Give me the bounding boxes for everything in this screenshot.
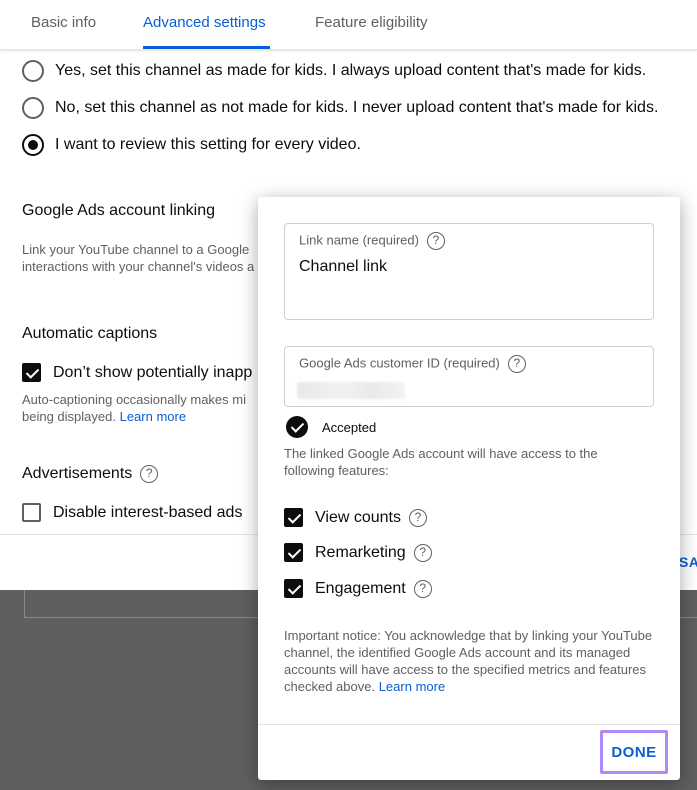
tab-basic-info[interactable]: Basic info [31, 14, 96, 31]
link-google-ads-dialog: Link name (required)? Channel link Googl… [258, 197, 680, 780]
captions-checkbox-label: Don’t show potentially inapp [53, 363, 253, 381]
desc-line: interactions with your channel's videos … [22, 259, 255, 274]
tab-feature-eligibility[interactable]: Feature eligibility [315, 14, 428, 31]
desc-line: Auto-captioning occasionally makes mi [22, 392, 246, 407]
save-button[interactable]: SA [679, 554, 697, 570]
notice-learn-more-link[interactable]: Learn more [379, 679, 445, 694]
automatic-captions-title: Automatic captions [22, 325, 158, 342]
captions-checkbox-row[interactable]: Don’t show potentially inapp [22, 363, 252, 382]
customer-id-redacted-value[interactable] [297, 382, 405, 399]
desc-line: Link your YouTube channel to a Google [22, 242, 250, 257]
tab-bar: Basic info Advanced settings Feature eli… [0, 0, 697, 50]
audience-option-made-for-kids[interactable]: Yes, set this channel as made for kids. … [22, 59, 646, 83]
features-intro: The linked Google Ads account will have … [284, 446, 598, 478]
field-label-text: Link name (required) [299, 232, 419, 248]
dialog-footer-divider [258, 724, 680, 725]
feature-engagement[interactable]: Engagement ? [284, 579, 432, 598]
feature-label: Remarketing [315, 543, 406, 561]
engagement-checkbox[interactable] [284, 579, 303, 598]
desc-line: being displayed. [22, 409, 116, 424]
advertisements-title-text: Advertisements [22, 465, 133, 483]
radio-label: Yes, set this channel as made for kids. … [55, 62, 647, 79]
tab-advanced-settings[interactable]: Advanced settings [143, 14, 266, 31]
link-name-field[interactable]: Link name (required)? Channel link [284, 223, 654, 320]
accepted-label: Accepted [322, 419, 377, 435]
google-ads-linking-description: Link your YouTube channel to a Google in… [22, 241, 262, 275]
feature-remarketing[interactable]: Remarketing ? [284, 543, 432, 562]
google-ads-linking-title: Google Ads account linking [22, 202, 216, 219]
disable-ads-checkbox-row[interactable]: Disable interest-based ads [22, 503, 242, 522]
help-icon[interactable]: ? [408, 508, 427, 527]
help-icon[interactable]: ? [426, 232, 445, 250]
radio-made-for-kids[interactable] [22, 60, 44, 82]
disable-ads-label: Disable interest-based ads [53, 503, 243, 521]
radio-not-made-for-kids[interactable] [22, 97, 44, 119]
help-icon[interactable]: ? [413, 579, 432, 598]
feature-view-counts[interactable]: View counts ? [284, 508, 427, 527]
advertisements-title: Advertisements? [22, 465, 159, 483]
check-circle-icon [286, 416, 308, 438]
view-counts-checkbox[interactable] [284, 508, 303, 527]
help-icon[interactable]: ? [413, 543, 432, 562]
customer-id-field[interactable]: Google Ads customer ID (required)? [284, 346, 654, 407]
captions-checkbox[interactable] [22, 363, 41, 382]
audience-option-not-made-for-kids[interactable]: No, set this channel as not made for kid… [22, 96, 658, 120]
disable-ads-checkbox[interactable] [22, 503, 41, 522]
feature-label: View counts [315, 508, 401, 526]
captions-description: Auto-captioning occasionally makes mi be… [22, 391, 262, 425]
radio-review-each-video[interactable] [22, 134, 44, 156]
link-name-value[interactable]: Channel link [299, 258, 387, 276]
done-button[interactable]: DONE [600, 730, 668, 774]
radio-label: No, set this channel as not made for kid… [55, 99, 659, 116]
remarketing-checkbox[interactable] [284, 543, 303, 562]
link-name-label: Link name (required)? [299, 232, 445, 250]
captions-learn-more-link[interactable]: Learn more [120, 409, 186, 424]
feature-label: Engagement [315, 579, 406, 597]
radio-label: I want to review this setting for every … [55, 136, 361, 153]
active-tab-indicator [143, 46, 270, 49]
field-label-text: Google Ads customer ID (required) [299, 355, 500, 371]
audience-option-review-each-video[interactable]: I want to review this setting for every … [22, 133, 361, 157]
important-notice: Important notice: You acknowledge that b… [284, 627, 654, 695]
help-icon[interactable]: ? [140, 465, 159, 483]
help-icon[interactable]: ? [507, 355, 526, 373]
notice-text: Important notice: You acknowledge that b… [284, 628, 653, 694]
accepted-status: Accepted [286, 416, 376, 438]
customer-id-label: Google Ads customer ID (required)? [299, 355, 526, 373]
